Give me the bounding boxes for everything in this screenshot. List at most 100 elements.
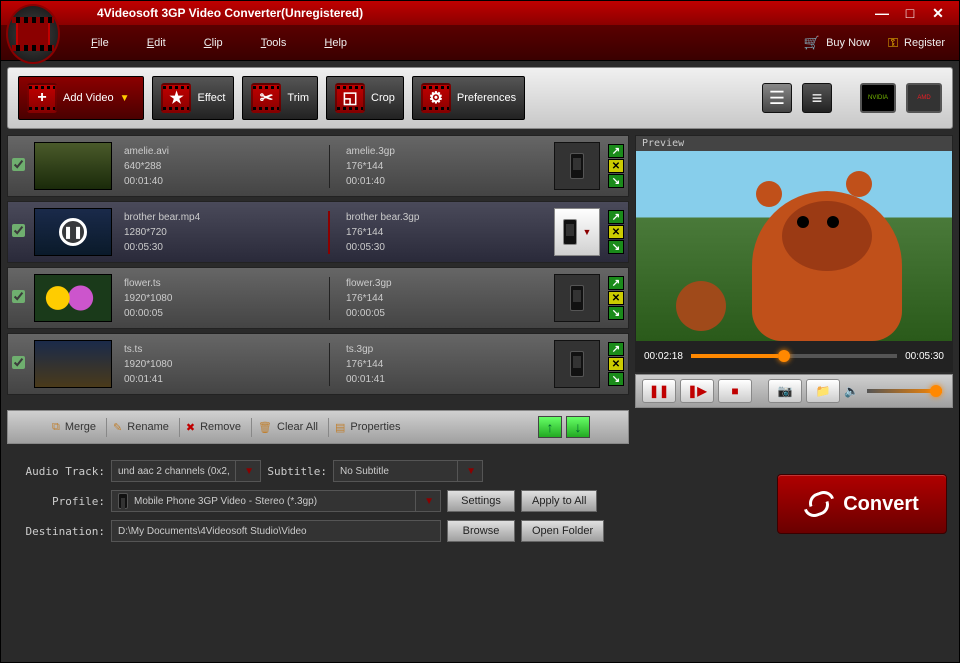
browse-button[interactable]: Browse <box>447 520 515 542</box>
profile-select[interactable]: Mobile Phone 3GP Video - Stereo (*.3gp) … <box>111 490 441 512</box>
view-detail-button[interactable]: ≡ <box>802 83 832 113</box>
snapshot-button[interactable]: 📷 <box>768 379 802 403</box>
source-duration: 00:01:40 <box>124 175 329 188</box>
source-filename: amelie.avi <box>124 145 329 158</box>
menu-clip[interactable]: Clip <box>204 37 223 49</box>
row-down-button[interactable]: ↘ <box>608 306 624 320</box>
clear-all-button[interactable]: 🗑Clear All <box>252 418 329 437</box>
row-up-button[interactable]: ↗ <box>608 144 624 158</box>
stop-button[interactable]: ■ <box>718 379 752 403</box>
list-toolbar: ⧉Merge ✎Rename ✖Remove 🗑Clear All ▤Prope… <box>7 410 629 444</box>
menu-edit[interactable]: Edit <box>147 37 166 49</box>
trim-button[interactable]: ✂Trim <box>242 76 318 120</box>
file-checkbox[interactable] <box>12 290 25 303</box>
row-down-button[interactable]: ↘ <box>608 240 624 254</box>
volume-slider[interactable] <box>867 389 942 393</box>
file-thumbnail[interactable] <box>34 340 112 388</box>
output-info: flower.3gp 176*144 00:00:05 <box>338 277 546 320</box>
buy-now-link[interactable]: 🛒Buy Now <box>804 35 870 51</box>
chevron-down-icon: ▼ <box>415 491 434 511</box>
open-snapshot-folder-button[interactable]: 📁 <box>806 379 840 403</box>
minimize-button[interactable]: — <box>875 6 889 20</box>
remove-button[interactable]: ✖Remove <box>180 418 252 437</box>
audio-track-select[interactable]: und aac 2 channels (0x2,▼ <box>111 460 261 482</box>
source-resolution: 1920*1080 <box>124 292 329 305</box>
row-delete-button[interactable]: ✕ <box>608 291 624 305</box>
close-button[interactable]: ✕ <box>931 6 945 20</box>
row-up-button[interactable]: ↗ <box>608 342 624 356</box>
source-info: flower.ts 1920*1080 00:00:05 <box>120 277 330 320</box>
row-up-button[interactable]: ↗ <box>608 210 624 224</box>
seek-slider[interactable] <box>691 354 897 358</box>
file-row[interactable]: ❚❚ brother bear.mp4 1280*720 00:05:30 br… <box>7 201 629 263</box>
preview-label: Preview <box>636 136 952 151</box>
output-device-button[interactable]: ▼ <box>554 142 600 190</box>
file-thumbnail[interactable]: ❚❚ <box>34 208 112 256</box>
menu-help[interactable]: Help <box>324 37 347 49</box>
subtitle-select[interactable]: No Subtitle▼ <box>333 460 483 482</box>
title-bar: 4Videosoft 3GP Video Converter(Unregiste… <box>1 1 959 25</box>
output-device-button[interactable]: ▼ <box>554 274 600 322</box>
cart-icon: 🛒 <box>804 35 820 51</box>
plus-icon: + <box>27 83 57 113</box>
star-icon: ★ <box>161 83 191 113</box>
output-resolution: 176*144 <box>346 292 546 305</box>
properties-icon: ▤ <box>335 421 345 434</box>
main-toolbar: + Add Video ▼ ★Effect ✂Trim ◱Crop ⚙Prefe… <box>7 67 953 129</box>
source-duration: 00:01:41 <box>124 373 329 386</box>
row-controls: ↗ ✕ ↘ <box>608 144 624 188</box>
file-row[interactable]: amelie.avi 640*288 00:01:40 amelie.3gp 1… <box>7 135 629 197</box>
source-duration: 00:05:30 <box>124 241 328 254</box>
file-thumbnail[interactable] <box>34 142 112 190</box>
destination-input[interactable]: D:\My Documents\4Videosoft Studio\Video <box>111 520 441 542</box>
register-link[interactable]: ⚿Register <box>888 35 945 51</box>
open-folder-button[interactable]: Open Folder <box>521 520 604 542</box>
apply-to-all-button[interactable]: Apply to All <box>521 490 597 512</box>
row-up-button[interactable]: ↗ <box>608 276 624 290</box>
settings-button[interactable]: Settings <box>447 490 515 512</box>
row-delete-button[interactable]: ✕ <box>608 225 624 239</box>
output-duration: 00:01:41 <box>346 373 546 386</box>
nvidia-badge: NVIDIA <box>860 83 896 113</box>
phone-icon <box>570 153 584 179</box>
row-delete-button[interactable]: ✕ <box>608 357 624 371</box>
row-delete-button[interactable]: ✕ <box>608 159 624 173</box>
preferences-button[interactable]: ⚙Preferences <box>412 76 525 120</box>
view-list-button[interactable]: ☰ <box>762 83 792 113</box>
output-resolution: 176*144 <box>346 160 546 173</box>
merge-button[interactable]: ⧉Merge <box>46 418 107 437</box>
move-up-button[interactable]: ↑ <box>538 416 562 438</box>
output-filename: flower.3gp <box>346 277 546 290</box>
pencil-icon: ✎ <box>113 421 122 434</box>
rename-button[interactable]: ✎Rename <box>107 418 180 437</box>
playback-progress-bar: 00:02:18 00:05:30 <box>636 341 952 371</box>
add-video-button[interactable]: + Add Video ▼ <box>18 76 144 120</box>
source-info: amelie.avi 640*288 00:01:40 <box>120 145 330 188</box>
row-down-button[interactable]: ↘ <box>608 372 624 386</box>
source-info: brother bear.mp4 1280*720 00:05:30 <box>120 211 330 254</box>
move-down-button[interactable]: ↓ <box>566 416 590 438</box>
output-device-button[interactable]: ▼ <box>554 208 600 256</box>
properties-button[interactable]: ▤Properties <box>329 418 411 437</box>
output-device-button[interactable]: ▼ <box>554 340 600 388</box>
crop-button[interactable]: ◱Crop <box>326 76 404 120</box>
output-duration: 00:00:05 <box>346 307 546 320</box>
menu-file[interactable]: File <box>91 37 109 49</box>
step-button[interactable]: ❚▶ <box>680 379 714 403</box>
convert-button[interactable]: Convert <box>777 474 947 534</box>
file-checkbox[interactable] <box>12 224 25 237</box>
menu-tools[interactable]: Tools <box>261 37 287 49</box>
file-checkbox[interactable] <box>12 158 25 171</box>
file-checkbox[interactable] <box>12 356 25 369</box>
output-filename: ts.3gp <box>346 343 546 356</box>
file-row[interactable]: ts.ts 1920*1080 00:01:41 ts.3gp 176*144 … <box>7 333 629 395</box>
playback-toolbar: ❚❚ ❚▶ ■ 📷 📁 🔈 <box>635 374 953 408</box>
file-row[interactable]: flower.ts 1920*1080 00:00:05 flower.3gp … <box>7 267 629 329</box>
maximize-button[interactable]: □ <box>903 6 917 20</box>
file-thumbnail[interactable] <box>34 274 112 322</box>
output-filename: brother bear.3gp <box>346 211 546 224</box>
effect-button[interactable]: ★Effect <box>152 76 234 120</box>
row-down-button[interactable]: ↘ <box>608 174 624 188</box>
merge-icon: ⧉ <box>52 421 60 434</box>
pause-button[interactable]: ❚❚ <box>642 379 676 403</box>
